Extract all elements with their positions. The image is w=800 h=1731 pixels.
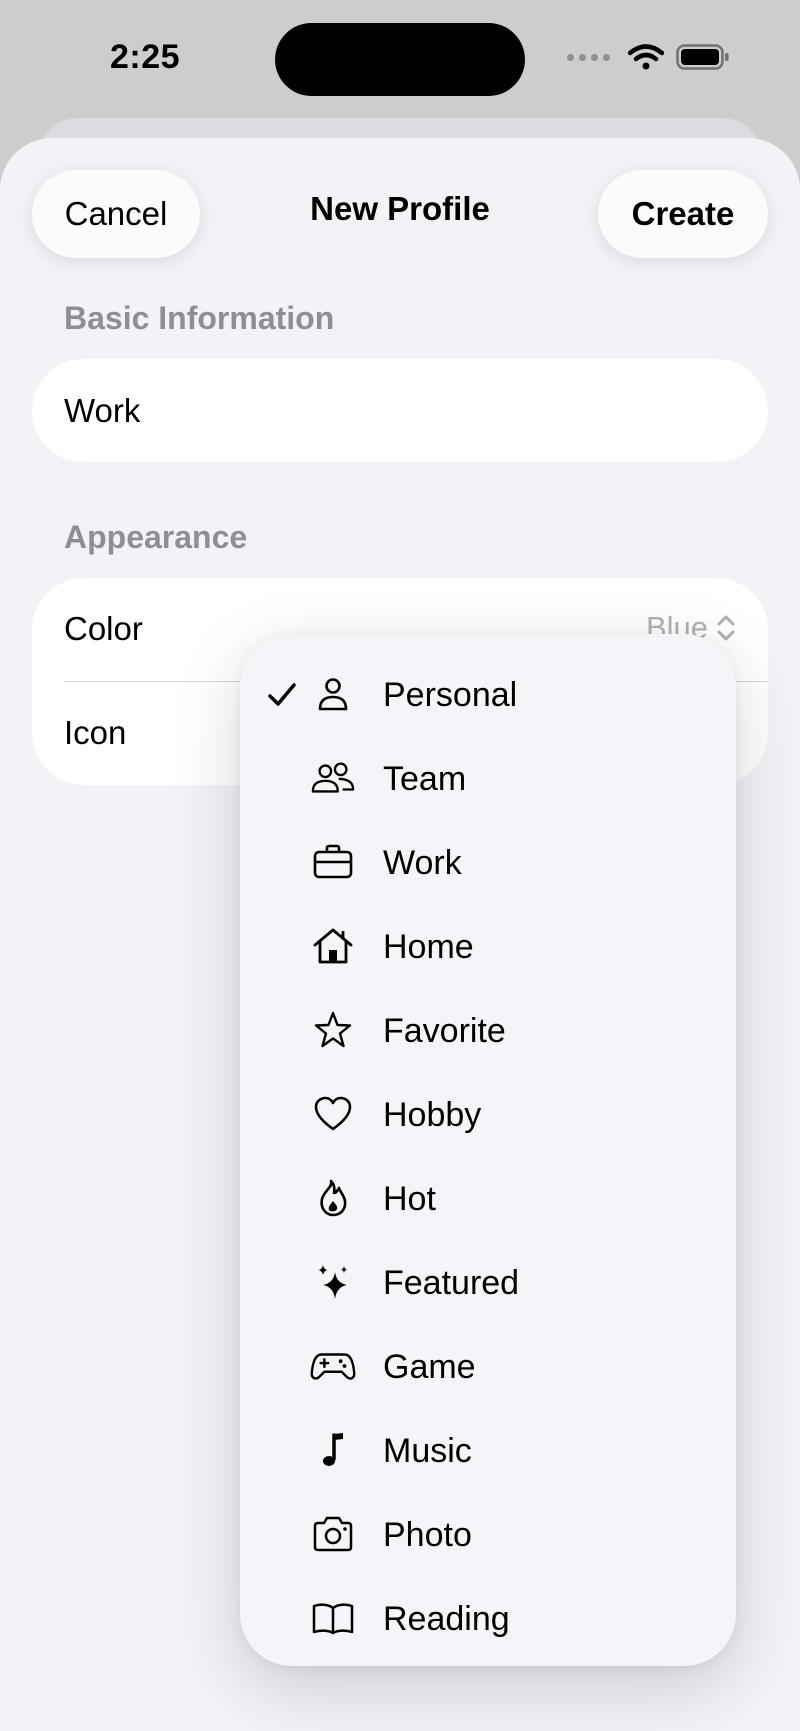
menu-item-label: Home — [383, 928, 474, 966]
menu-item-label: Hot — [383, 1180, 436, 1218]
camera-icon — [310, 1514, 356, 1554]
menu-item-hobby[interactable]: Hobby — [240, 1072, 736, 1156]
section-header-appearance: Appearance — [64, 519, 248, 555]
briefcase-icon — [310, 842, 356, 882]
menu-item-label: Reading — [383, 1600, 510, 1638]
star-icon — [310, 1010, 356, 1050]
menu-item-music[interactable]: Music — [240, 1408, 736, 1492]
sparkles-icon — [310, 1262, 356, 1302]
checkmark-icon — [268, 683, 296, 706]
battery-icon — [676, 44, 729, 70]
flame-icon — [310, 1178, 356, 1218]
profile-name-field[interactable]: Work — [32, 359, 768, 462]
menu-item-hot[interactable]: Hot — [240, 1156, 736, 1240]
person-icon — [310, 674, 356, 714]
menu-item-home[interactable]: Home — [240, 904, 736, 988]
people-icon — [310, 758, 356, 798]
menu-item-label: Favorite — [383, 1012, 506, 1050]
menu-item-label: Hobby — [383, 1096, 482, 1134]
profile-name-value: Work — [64, 392, 141, 429]
create-button[interactable]: Create — [598, 170, 768, 258]
menu-item-favorite[interactable]: Favorite — [240, 988, 736, 1072]
status-bar: 2:25 — [0, 0, 800, 120]
section-header-basic-information: Basic Information — [64, 300, 335, 336]
icon-row-label[interactable]: Icon — [64, 714, 126, 752]
menu-item-label: Music — [383, 1432, 472, 1470]
menu-item-label: Work — [383, 844, 462, 882]
menu-item-team[interactable]: Team — [240, 736, 736, 820]
menu-item-photo[interactable]: Photo — [240, 1492, 736, 1576]
color-row-label[interactable]: Color — [64, 610, 143, 648]
menu-item-work[interactable]: Work — [240, 820, 736, 904]
gamecontroller-icon — [310, 1346, 356, 1386]
heart-icon — [310, 1094, 356, 1134]
chevron-up-down-icon — [717, 615, 735, 641]
book-icon — [310, 1598, 356, 1638]
menu-item-personal[interactable]: Personal — [240, 652, 736, 736]
status-icons — [567, 44, 730, 70]
menu-item-reading[interactable]: Reading — [240, 1576, 736, 1660]
menu-item-featured[interactable]: Featured — [240, 1240, 736, 1324]
menu-item-label: Personal — [383, 676, 518, 714]
house-icon — [310, 926, 356, 966]
menu-item-game[interactable]: Game — [240, 1324, 736, 1408]
menu-item-label: Featured — [383, 1264, 520, 1302]
status-time: 2:25 — [110, 38, 181, 76]
menu-item-label: Game — [383, 1348, 476, 1386]
cellular-signal-icon — [567, 53, 610, 61]
menu-item-label: Photo — [383, 1516, 472, 1554]
music-note-icon — [310, 1430, 356, 1470]
icon-menu: Personal Team Work Home Favorite Hobby H… — [240, 634, 736, 1666]
wifi-icon — [628, 44, 664, 70]
dynamic-island — [275, 23, 525, 96]
menu-item-label: Team — [383, 760, 467, 798]
